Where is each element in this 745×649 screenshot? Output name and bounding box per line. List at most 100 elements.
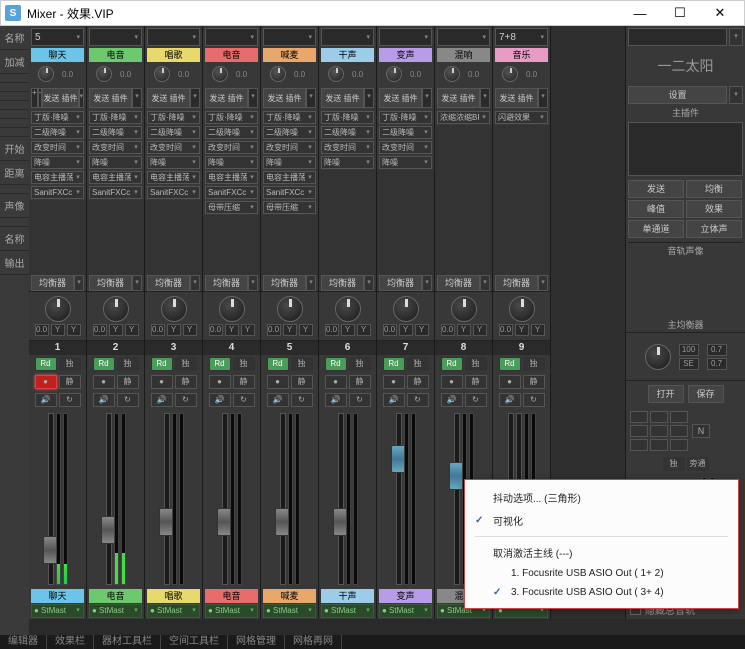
output-select[interactable]: ● StMast▾: [205, 604, 258, 618]
gain-knob[interactable]: [270, 66, 286, 82]
record-button[interactable]: ●: [267, 375, 289, 389]
solo-button[interactable]: 独: [59, 357, 81, 371]
plugin-slot[interactable]: 丁版·降噪▾: [89, 111, 142, 124]
loop-icon[interactable]: ↻: [175, 393, 197, 407]
loop-icon[interactable]: ↻: [523, 393, 545, 407]
plugin-slot[interactable]: 丁版·降噪▾: [379, 111, 432, 124]
pan-knob[interactable]: [45, 296, 71, 322]
fader[interactable]: [106, 413, 112, 585]
mute-button[interactable]: 静: [59, 375, 81, 389]
footer-tab[interactable]: 空间工具栏: [161, 635, 228, 649]
speaker-icon[interactable]: 🔊: [35, 393, 57, 407]
plugin-slot[interactable]: SanitFXCc▾: [31, 186, 84, 199]
fader[interactable]: [280, 413, 286, 585]
channel-name-bottom[interactable]: 电音: [89, 589, 142, 603]
channel-name-bottom[interactable]: 干声: [321, 589, 374, 603]
dropdown-icon[interactable]: ▾: [132, 88, 142, 108]
channel-name[interactable]: 音乐: [495, 48, 548, 62]
mute-button[interactable]: 静: [465, 375, 487, 389]
output-2-menu-item[interactable]: ✓3. Focusrite USB ASIO Out ( 3+ 4): [465, 583, 738, 602]
loop-icon[interactable]: ↻: [233, 393, 255, 407]
channel-name[interactable]: 混响: [437, 48, 490, 62]
plugin-slot[interactable]: 改变时间▾: [147, 141, 200, 154]
gain-knob[interactable]: [38, 66, 54, 82]
eq-button[interactable]: 均衡器: [89, 275, 132, 291]
speaker-icon[interactable]: 🔊: [499, 393, 521, 407]
dropdown-icon[interactable]: ▾: [422, 275, 432, 291]
channel-name[interactable]: 干声: [321, 48, 374, 62]
record-button[interactable]: ●: [325, 375, 347, 389]
speaker-icon[interactable]: 🔊: [209, 393, 231, 407]
eq-button[interactable]: 均衡器: [147, 275, 190, 291]
speaker-icon[interactable]: 🔊: [267, 393, 289, 407]
footer-tab[interactable]: 网格管理: [228, 635, 285, 649]
loop-icon[interactable]: ↻: [59, 393, 81, 407]
footer-tab[interactable]: 网格再网: [285, 635, 342, 649]
dropdown-icon[interactable]: ▾: [729, 28, 743, 46]
channel-name-bottom[interactable]: 变声: [379, 589, 432, 603]
master-action-button[interactable]: 立体声: [686, 220, 742, 238]
send-label[interactable]: 发送 插件: [321, 88, 364, 108]
master-num[interactable]: [628, 28, 727, 46]
output-select[interactable]: ● StMast▾: [31, 604, 84, 618]
maximize-button[interactable]: ☐: [660, 1, 700, 25]
loop-icon[interactable]: ↻: [407, 393, 429, 407]
dropdown-icon[interactable]: ▾: [248, 88, 258, 108]
plugin-slot[interactable]: 改变时间▾: [379, 141, 432, 154]
master-grid[interactable]: [628, 409, 690, 453]
plugin-slot[interactable]: 改变时间▾: [321, 141, 374, 154]
gain-knob[interactable]: [154, 66, 170, 82]
channel-name[interactable]: 电音: [89, 48, 142, 62]
solo-button[interactable]: 独: [523, 357, 545, 371]
channel-name[interactable]: 变声: [379, 48, 432, 62]
plugin-slot[interactable]: 丁版·降噪▾: [205, 111, 258, 124]
channel-input-select[interactable]: ▾: [321, 28, 374, 46]
open-button[interactable]: 打开: [648, 385, 684, 403]
plugin-slot[interactable]: 二级降噪▾: [379, 126, 432, 139]
record-button[interactable]: ●: [151, 375, 173, 389]
fader[interactable]: [48, 413, 54, 585]
footer-tab[interactable]: 编辑器: [0, 635, 47, 649]
rd-button[interactable]: Rd: [267, 357, 289, 371]
pan-knob[interactable]: [335, 296, 361, 322]
gain-knob[interactable]: [444, 66, 460, 82]
solo-button[interactable]: 独: [407, 357, 429, 371]
dropdown-icon[interactable]: ▾: [729, 86, 743, 104]
dropdown-icon[interactable]: ▾: [364, 275, 374, 291]
output-select[interactable]: ● StMast▾: [89, 604, 142, 618]
channel-name-bottom[interactable]: 聊天: [31, 589, 84, 603]
rd-button[interactable]: Rd: [441, 357, 463, 371]
fader[interactable]: [222, 413, 228, 585]
master-bypass[interactable]: 旁通: [687, 457, 709, 471]
pan-knob[interactable]: [161, 296, 187, 322]
plugin-slot[interactable]: 电容主播荡▾: [263, 171, 316, 184]
plugin-slot[interactable]: 丁版·降噪▾: [263, 111, 316, 124]
eq-button[interactable]: 均衡器: [263, 275, 306, 291]
channel-name-bottom[interactable]: 电音: [205, 589, 258, 603]
channel-name[interactable]: 喊麦: [263, 48, 316, 62]
send-label[interactable]: 发送 插件: [42, 88, 78, 108]
plugin-slot[interactable]: 二级降噪▾: [205, 126, 258, 139]
rd-button[interactable]: Rd: [35, 357, 57, 371]
eq-button[interactable]: 均衡器: [379, 275, 422, 291]
output-select[interactable]: ● StMast▾: [263, 604, 316, 618]
dropdown-icon[interactable]: ▾: [132, 275, 142, 291]
loop-icon[interactable]: ↻: [349, 393, 371, 407]
rd-button[interactable]: Rd: [209, 357, 231, 371]
plugin-slot[interactable]: SanitFXCc▾: [205, 186, 258, 199]
pan-knob[interactable]: [103, 296, 129, 322]
n-button[interactable]: N: [692, 424, 710, 438]
send-label[interactable]: 发送 插件: [437, 88, 480, 108]
mute-button[interactable]: 静: [117, 375, 139, 389]
channel-input-select[interactable]: 7+8▾: [495, 28, 548, 46]
channel-input-select[interactable]: ▾: [263, 28, 316, 46]
gain-knob[interactable]: [212, 66, 228, 82]
plugin-slot[interactable]: 丁版·降噪▾: [321, 111, 374, 124]
plugin-slot[interactable]: 浓缩浓缩BF▾: [437, 111, 490, 124]
solo-button[interactable]: 独: [291, 357, 313, 371]
channel-input-select[interactable]: 5▾: [31, 28, 84, 46]
pan-knob[interactable]: [509, 296, 535, 322]
loop-icon[interactable]: ↻: [291, 393, 313, 407]
output-1-menu-item[interactable]: 1. Focusrite USB ASIO Out ( 1+ 2): [465, 564, 738, 583]
master-solo[interactable]: 独: [663, 457, 685, 471]
